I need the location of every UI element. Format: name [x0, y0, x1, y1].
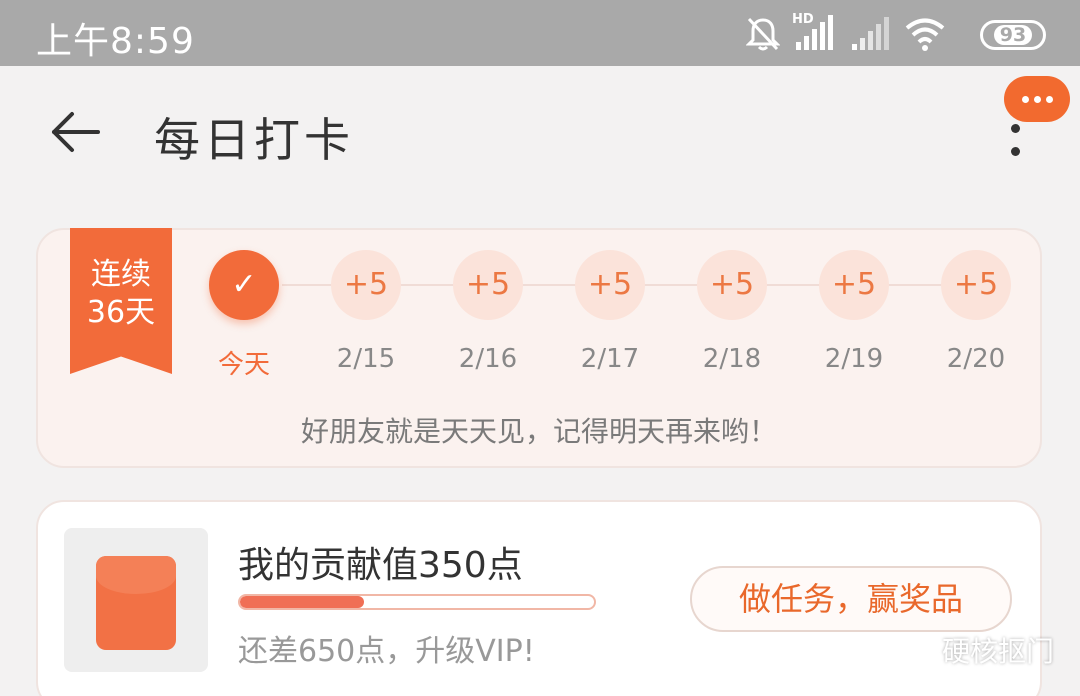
- wifi-icon: [905, 18, 945, 51]
- checkin-day-4: +5 2/18: [682, 250, 782, 374]
- ellipsis-dot: [1033, 95, 1041, 103]
- page-title: 每日打卡: [154, 113, 354, 167]
- day-reward: +5: [575, 250, 645, 320]
- day-date-label: 2/17: [580, 344, 640, 374]
- checkin-day-2: +5 2/16: [438, 250, 538, 374]
- signal-icon: [852, 17, 889, 50]
- day-reward: +5: [331, 250, 401, 320]
- contribution-progress: [238, 594, 596, 610]
- status-icons: HD 93: [746, 12, 1048, 54]
- more-vertical-icon[interactable]: [1008, 124, 1022, 160]
- checkin-day-1: +5 2/15: [316, 250, 416, 374]
- streak-label: 连续: [91, 257, 151, 292]
- day-date-label: 2/16: [458, 344, 518, 374]
- red-envelope-icon: [96, 556, 176, 650]
- checked-day-icon: ✓: [209, 250, 279, 320]
- day-date-label: 2/20: [946, 344, 1006, 374]
- streak-days: 36天: [86, 295, 156, 330]
- day-date-label: 2/15: [336, 344, 396, 374]
- checkin-day-6: +5 2/20: [926, 250, 1026, 374]
- contribution-card: 我的贡献值350点 还差650点，升级VIP! 做任务，赢奖品: [36, 500, 1042, 696]
- mute-bell-icon: [746, 17, 780, 51]
- checkin-card: 连续 36天 ✓ 今天 +5 2/15 +5 2/16 +5 2/17 +5 2/18 +5 2/19…: [36, 228, 1042, 468]
- day-reward: +5: [697, 250, 767, 320]
- battery-level: 93: [993, 25, 1033, 45]
- ellipsis-dot: [1045, 95, 1053, 103]
- checkin-day-0: ✓ 今天: [194, 250, 294, 381]
- signal-hd-icon: HD: [792, 12, 836, 52]
- battery-icon: 93: [980, 14, 1048, 54]
- day-date-label: 今天: [217, 350, 270, 380]
- checkin-day-5: +5 2/19: [804, 250, 904, 374]
- wechat-icon: [896, 635, 934, 664]
- watermark: 硬核抠门: [896, 630, 1054, 670]
- contribution-title: 我的贡献值350点: [238, 545, 523, 586]
- do-tasks-button[interactable]: 做任务，赢奖品: [690, 566, 1012, 632]
- checkin-message: 好朋友就是天天见，记得明天再来哟！: [300, 415, 777, 448]
- day-reward: +5: [941, 250, 1011, 320]
- contribution-subtitle: 还差650点，升级VIP!: [238, 634, 535, 669]
- watermark-text: 硬核抠门: [942, 635, 1055, 668]
- day-reward: +5: [453, 250, 523, 320]
- status-bar: 上午8:59 HD 93: [0, 0, 1080, 66]
- app-header: 每日打卡: [0, 66, 1080, 206]
- ellipsis-dot: [1021, 95, 1029, 103]
- day-date-label: 2/18: [702, 344, 762, 374]
- more-options-badge[interactable]: [1004, 76, 1070, 122]
- day-reward: +5: [819, 250, 889, 320]
- day-date-label: 2/19: [824, 344, 884, 374]
- checkin-day-3: +5 2/17: [560, 250, 660, 374]
- back-arrow-icon[interactable]: [50, 110, 102, 154]
- status-time: 上午8:59: [36, 21, 195, 62]
- contribution-progress-fill: [240, 596, 364, 608]
- red-envelope-icon-box: [64, 528, 208, 672]
- streak-ribbon: 连续 36天: [70, 228, 172, 374]
